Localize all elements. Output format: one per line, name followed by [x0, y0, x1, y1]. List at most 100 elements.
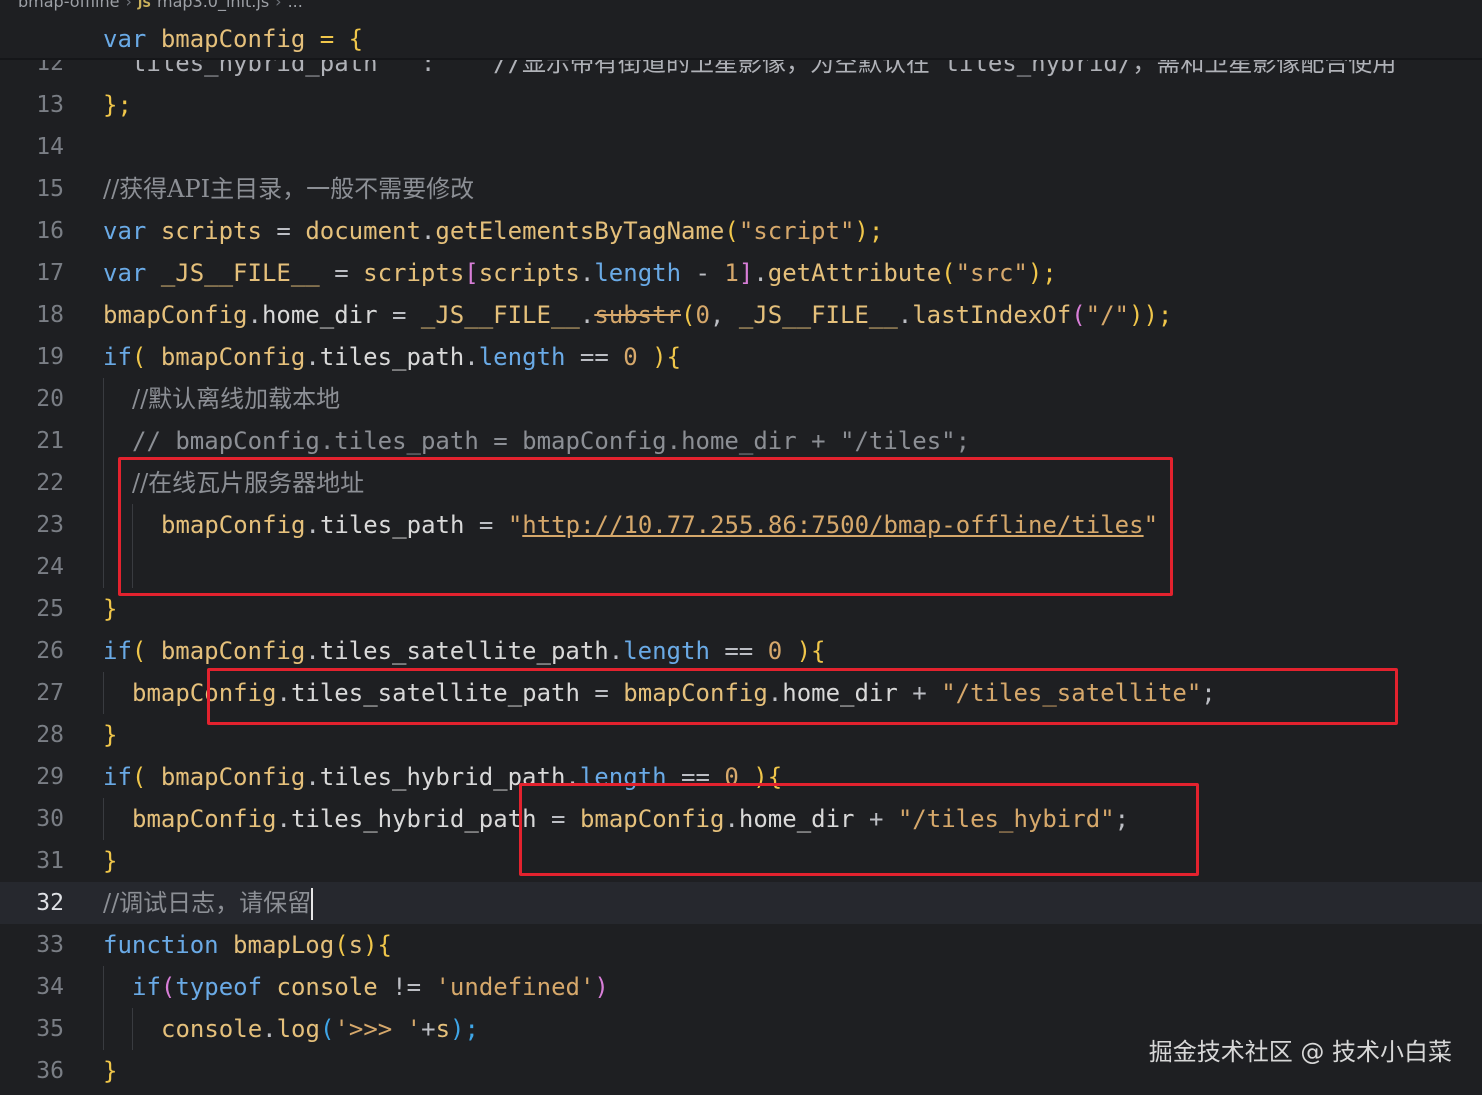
chevron-right-icon: ›: [275, 0, 282, 11]
property: home_dir: [261, 301, 378, 329]
code-line-17[interactable]: 17 var _JS__FILE__ = scripts[scripts.len…: [0, 252, 1482, 294]
dot: .: [305, 763, 320, 791]
line-number: 28: [36, 722, 64, 748]
code-line-33[interactable]: 33 function bmapLog(s){: [0, 924, 1482, 966]
punctuation: [: [464, 259, 479, 287]
keyword: if: [103, 763, 132, 791]
dot: .: [579, 259, 595, 287]
code-line-19[interactable]: 19 if( bmapConfig.tiles_path.length == 0…: [0, 336, 1482, 378]
sticky-scroll-header[interactable]: var bmapConfig = {: [0, 18, 1482, 58]
line-number: 19: [36, 344, 64, 370]
keyword: if: [132, 973, 161, 1001]
breadcrumb-more[interactable]: ...: [288, 0, 303, 11]
keyword: var: [103, 25, 147, 53]
deprecated-method: substr: [594, 301, 682, 329]
number: 0: [767, 637, 783, 665]
operator: ==: [709, 637, 768, 665]
identifier: scripts: [478, 259, 580, 287]
punctuation: }: [103, 595, 118, 623]
code-line-26[interactable]: 26 if( bmapConfig.tiles_satellite_path.l…: [0, 630, 1482, 672]
line-number: 22: [36, 470, 64, 496]
highlight-box-tiles-path: [118, 457, 1173, 596]
dot: .: [897, 301, 913, 329]
breadcrumb-file[interactable]: map3.0_init.js: [157, 0, 269, 11]
punctuation: (: [319, 1015, 335, 1043]
dot: .: [262, 1015, 277, 1043]
punctuation: ){: [782, 637, 826, 665]
line-number: 30: [36, 806, 64, 832]
line-number: 17: [36, 260, 64, 286]
line-number: 18: [36, 302, 64, 328]
string: 'undefined': [435, 973, 595, 1001]
line-number: 13: [36, 92, 64, 118]
line-number: 23: [36, 512, 64, 538]
operator: -: [681, 259, 725, 287]
method: log: [276, 1015, 320, 1043]
code-line-32-current[interactable]: 32 //调试日志，请保留: [0, 882, 1482, 924]
identifier: _JS__FILE__: [738, 301, 898, 329]
operator: =: [261, 217, 306, 245]
line-number: 24: [36, 554, 64, 580]
code-editor[interactable]: bmap-offline › JS map3.0_init.js ›... 12 til…: [0, 0, 1482, 1095]
code-line-18[interactable]: 18 bmapConfig.home_dir = _JS__FILE__.sub…: [0, 294, 1482, 336]
punctuation: };: [103, 91, 132, 119]
keyword: typeof: [175, 973, 263, 1001]
identifier: scripts: [160, 217, 262, 245]
punctuation: ));: [1129, 301, 1173, 329]
punctuation: (: [1071, 301, 1086, 329]
property: tiles_path: [319, 343, 465, 371]
line-number: 27: [36, 680, 64, 706]
punctuation: }: [103, 847, 118, 875]
code-line-14[interactable]: 14: [0, 126, 1482, 168]
line-number: 29: [36, 764, 64, 790]
identifier: bmapConfig: [103, 301, 248, 329]
identifier: bmapConfig: [160, 25, 306, 53]
dot: .: [464, 343, 479, 371]
punctuation: (: [131, 763, 161, 791]
identifier: scripts: [363, 259, 465, 287]
punctuation: );: [450, 1015, 479, 1043]
identifier: console: [161, 1015, 263, 1043]
dot: .: [247, 301, 262, 329]
code-line-21[interactable]: 21 // bmapConfig.tiles_path = bmapConfig…: [0, 420, 1482, 462]
punctuation: ]: [738, 259, 754, 287]
watermark: 掘金技术社区 @ 技术小白菜: [1148, 1038, 1452, 1066]
code-line-34[interactable]: 34 if(typeof console != 'undefined'): [0, 966, 1482, 1008]
method: getAttribute: [767, 259, 942, 287]
number: 1: [724, 259, 739, 287]
line-number: 14: [36, 134, 64, 160]
dot: .: [305, 637, 320, 665]
method: getElementsByTagName: [435, 217, 725, 245]
breadcrumb-folder[interactable]: bmap-offline: [18, 0, 119, 11]
code-line-13[interactable]: 13 };: [0, 84, 1482, 126]
keyword: function: [103, 931, 219, 959]
operator: !=: [377, 973, 436, 1001]
line-number: 26: [36, 638, 64, 664]
parameter: s: [348, 931, 364, 959]
string: "script": [738, 217, 855, 245]
dot: .: [276, 805, 291, 833]
line-number: 20: [36, 386, 64, 412]
line-number: 16: [36, 218, 64, 244]
identifier: bmapConfig: [160, 637, 306, 665]
punctuation: );: [1027, 259, 1057, 287]
comment: //默认离线加载本地: [132, 385, 341, 413]
code-line-15[interactable]: 15 //获得API主目录，一般不需要修改: [0, 168, 1482, 210]
comment: //获得API主目录，一般不需要修改: [103, 175, 475, 203]
identifier: bmapConfig: [160, 343, 306, 371]
line-number: 32: [36, 890, 64, 916]
method: lastIndexOf: [912, 301, 1072, 329]
property: length: [478, 343, 566, 371]
code-line-16[interactable]: 16 var scripts = document.getElementsByT…: [0, 210, 1482, 252]
keyword: var: [103, 259, 147, 287]
punctuation: = {: [305, 25, 364, 53]
breadcrumb: bmap-offline › JS map3.0_init.js ›...: [18, 0, 303, 12]
punctuation: (: [724, 217, 739, 245]
property: length: [594, 259, 682, 287]
code-line-20[interactable]: 20 //默认离线加载本地: [0, 378, 1482, 420]
keyword: var: [103, 217, 147, 245]
dot: .: [579, 301, 595, 329]
line-number: 36: [36, 1058, 64, 1084]
string: "/": [1085, 301, 1129, 329]
comment: //调试日志，请保留: [103, 889, 312, 917]
